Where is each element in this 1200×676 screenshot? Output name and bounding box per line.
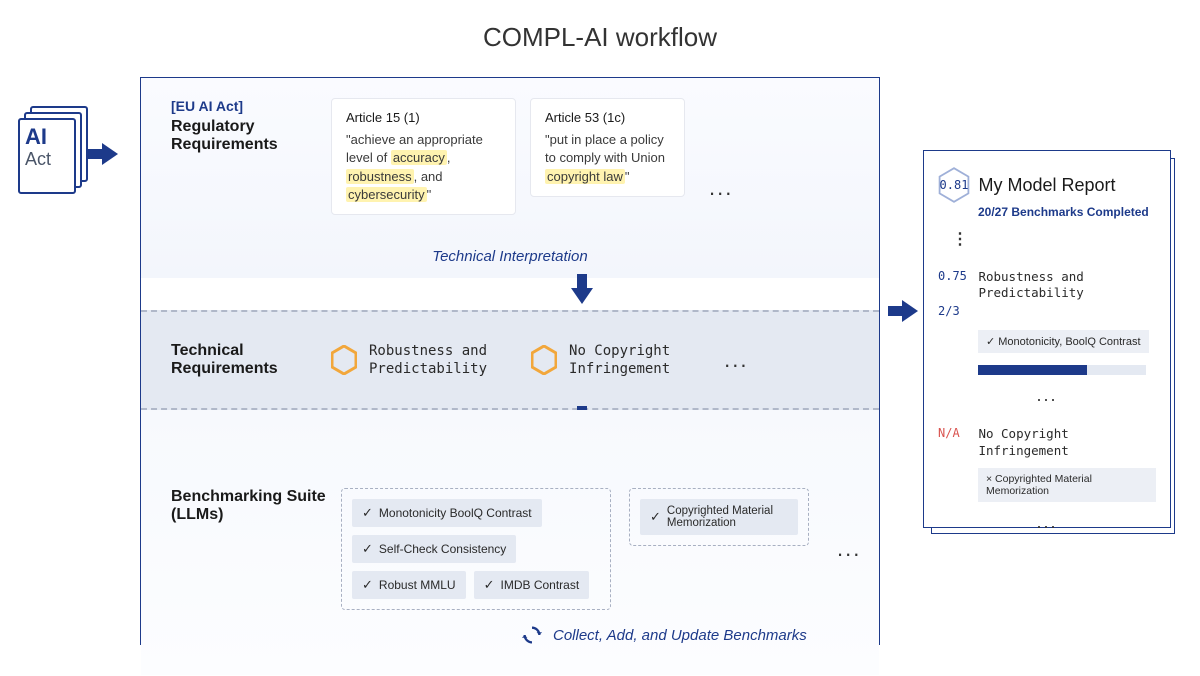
vertical-ellipsis: ⋮	[952, 229, 1156, 249]
benchmark-group-copyright: ✓Copyrighted Material Memorization	[629, 488, 809, 546]
transition-technical-interpretation: Technical Interpretation	[141, 248, 879, 265]
report-card-stack: 0.81 My Model Report 20/27 Benchmarks Co…	[923, 150, 1178, 538]
report-chip: ✓ Monotonicity, BoolQ Contrast	[978, 330, 1149, 353]
benchmark-chip: ✓Robust MMLU	[352, 571, 466, 599]
report-section-copyright: N/A No Copyright Infringement × Copyrigh…	[938, 426, 1156, 532]
benchmark-chip: ✓Copyrighted Material Memorization	[640, 499, 798, 535]
ellipsis: ...	[938, 512, 1156, 533]
benchmark-group-robustness: ✓Monotonicity BoolQ Contrast ✓Self-Check…	[341, 488, 611, 610]
tech-item-copyright: No Copyright Infringement	[531, 342, 670, 378]
hexagon-icon	[331, 345, 357, 375]
report-title: My Model Report	[978, 175, 1115, 196]
article-card-53: Article 53 (1c) "put in place a policy t…	[530, 98, 685, 197]
tech-item-robustness: Robustness and Predictability	[331, 342, 487, 378]
diagram-title: COMPL-AI workflow	[0, 0, 1200, 53]
report-chip: × Copyrighted Material Memorization	[978, 468, 1156, 502]
collect-benchmarks-note: Collect, Add, and Update Benchmarks	[521, 624, 859, 646]
ellipsis: ...	[724, 347, 748, 373]
ellipsis: ...	[938, 385, 1156, 406]
article-card-15: Article 15 (1) "achieve an appropriate l…	[331, 98, 516, 215]
hexagon-icon	[531, 345, 557, 375]
arrow-right-icon	[102, 143, 118, 165]
ai-act-doc-stack: AI Act	[18, 106, 88, 196]
workflow-main-box: [EU AI Act] Regulatory Requirements Arti…	[140, 77, 880, 645]
ellipsis: ...	[709, 175, 733, 201]
ai-act-label-top: AI	[25, 126, 69, 148]
arrow-down-icon	[571, 288, 593, 304]
benchmarking-label: Benchmarking Suite (LLMs)	[171, 488, 341, 610]
ai-act-label-bottom: Act	[25, 150, 69, 168]
technical-label: Technical Requirements	[171, 342, 331, 378]
report-section-robustness: 0.75 Robustness and Predictability 2/3 ✓…	[938, 269, 1156, 406]
technical-row: Technical Requirements Robustness and Pr…	[141, 310, 879, 410]
ellipsis: ...	[837, 536, 861, 562]
benchmarking-row: Benchmarking Suite (LLMs) ✓Monotonicity …	[141, 410, 879, 675]
report-progress-bar	[978, 365, 1146, 375]
report-score-hex: 0.81	[938, 167, 970, 203]
arrow-right-icon	[902, 300, 918, 322]
benchmark-chip: ✓Monotonicity BoolQ Contrast	[352, 499, 542, 527]
benchmark-chip: ✓IMDB Contrast	[474, 571, 590, 599]
cycle-icon	[521, 624, 543, 646]
report-card: 0.81 My Model Report 20/27 Benchmarks Co…	[923, 150, 1171, 528]
benchmark-chip: ✓Self-Check Consistency	[352, 535, 516, 563]
report-subtitle: 20/27 Benchmarks Completed	[978, 205, 1156, 219]
